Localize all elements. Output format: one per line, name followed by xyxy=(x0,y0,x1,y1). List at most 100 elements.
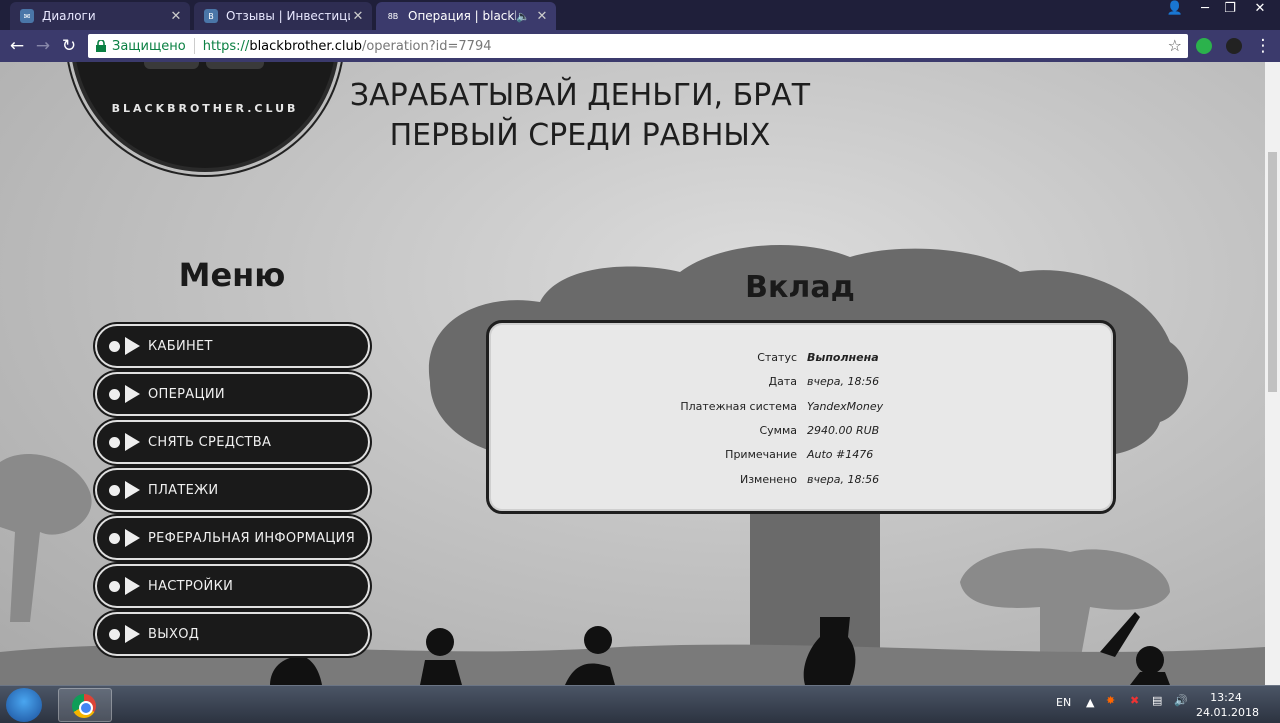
play-arrow-icon xyxy=(125,481,140,499)
tab-title: Операция | blackbrot xyxy=(408,9,516,23)
play-arrow-icon xyxy=(125,385,140,403)
play-arrow-icon xyxy=(125,625,140,643)
detail-label: Платежная система xyxy=(680,400,797,413)
vk-icon: В xyxy=(204,9,218,23)
network-icon[interactable]: ▤ xyxy=(1152,694,1162,707)
reload-icon[interactable]: ↻ xyxy=(58,36,80,56)
tab-title: Отзывы | Инвестиционн xyxy=(226,9,350,23)
slogan-line: ПЕРВЫЙ СРЕДИ РАВНЫХ xyxy=(389,118,771,153)
menu-item-logout[interactable]: ВЫХОД xyxy=(95,612,370,656)
detail-row-amount: Сумма 2940.00 RUB xyxy=(489,424,1113,448)
play-arrow-icon xyxy=(125,433,140,451)
bullet-icon xyxy=(109,580,120,592)
detail-value: 2940.00 RUB xyxy=(807,424,880,437)
menu-item-settings[interactable]: НАСТРОЙКИ xyxy=(95,564,370,608)
close-tab-icon[interactable]: ✕ xyxy=(168,9,184,24)
menu-title: Меню xyxy=(178,256,286,294)
detail-row-date: Дата вчера, 18:56 xyxy=(489,375,1113,399)
avast-icon[interactable]: ✸ xyxy=(1106,694,1115,707)
slogan-line: ЗАРАБАТЫВАЙ ДЕНЬГИ, БРАТ xyxy=(349,78,811,113)
chrome-menu-icon[interactable]: ⋮ xyxy=(1252,36,1274,56)
detail-row-status: Статус Выполнена xyxy=(489,351,1113,375)
detail-label: Статус xyxy=(757,351,797,364)
url-scheme: https:// xyxy=(202,38,250,54)
back-icon[interactable]: ← xyxy=(6,36,28,56)
lock-icon xyxy=(96,40,106,52)
close-tab-icon[interactable]: ✕ xyxy=(350,9,366,24)
windows-taskbar: EN ▲ ✸ ✖ ▤ 🔊 13:24 24.01.2018 xyxy=(0,685,1280,723)
divider xyxy=(193,38,195,54)
browser-tab-active[interactable]: 8B Операция | blackbrot 🔈 ✕ xyxy=(376,2,556,30)
scrollbar-thumb[interactable] xyxy=(1268,152,1277,392)
clock-date: 24.01.2018 xyxy=(1196,706,1259,719)
menu-item-withdraw[interactable]: СНЯТЬ СРЕДСТВА xyxy=(95,420,370,464)
bullet-icon xyxy=(109,340,120,352)
menu-item-referral-info[interactable]: РЕФЕРАЛЬНАЯ ИНФОРМАЦИЯ xyxy=(95,516,370,560)
menu-item-label: ВЫХОД xyxy=(148,626,200,642)
menu-item-label: СНЯТЬ СРЕДСТВА xyxy=(148,434,272,450)
menu-item-label: ПЛАТЕЖИ xyxy=(148,482,219,498)
detail-row-payment-system: Платежная система YandexMoney xyxy=(489,400,1113,424)
detail-value: Auto #1476 xyxy=(807,448,874,461)
close-window-icon[interactable]: ✕ xyxy=(1240,0,1280,20)
url-path: /operation?id=7794 xyxy=(361,38,492,54)
operation-details-card: Статус Выполнена Дата вчера, 18:56 Плате… xyxy=(486,320,1116,514)
taskbar-chrome-button[interactable] xyxy=(58,688,112,722)
page-scrollbar[interactable] xyxy=(1265,62,1280,685)
detail-value: вчера, 18:56 xyxy=(807,375,880,388)
volume-icon[interactable]: 🔊 xyxy=(1174,694,1188,707)
bullet-icon xyxy=(109,436,120,448)
browser-tab[interactable]: ✉ Диалоги ✕ xyxy=(10,2,190,30)
detail-label: Дата xyxy=(768,375,797,388)
browser-tab-strip: ✉ Диалоги ✕ В Отзывы | Инвестиционн ✕ 8B… xyxy=(0,0,1280,30)
audio-playing-icon[interactable]: 🔈 xyxy=(516,10,530,23)
show-hidden-icons-icon[interactable]: ▲ xyxy=(1086,696,1094,709)
url-host: blackbrother.club xyxy=(249,38,362,54)
tab-title: Диалоги xyxy=(42,9,96,23)
language-indicator[interactable]: EN xyxy=(1056,696,1071,709)
close-tab-icon[interactable]: ✕ xyxy=(534,9,550,24)
bullet-icon xyxy=(109,388,120,400)
menu-item-payments[interactable]: ПЛАТЕЖИ xyxy=(95,468,370,512)
clock-time: 13:24 xyxy=(1210,691,1242,704)
menu-item-cabinet[interactable]: КАБИНЕТ xyxy=(95,324,370,368)
address-bar[interactable]: Защищено https://blackbrother.club/opera… xyxy=(88,34,1188,58)
bullet-icon xyxy=(109,628,120,640)
secure-label: Защищено xyxy=(112,38,186,54)
detail-row-modified: Изменено вчера, 18:56 xyxy=(489,473,1113,497)
profile-icon[interactable]: 👤 xyxy=(1160,0,1190,20)
extension-icon[interactable] xyxy=(1196,38,1212,54)
bullet-icon xyxy=(109,532,120,544)
chrome-icon xyxy=(72,694,96,718)
system-clock[interactable]: 13:24 24.01.2018 xyxy=(1196,690,1259,720)
menu-item-label: ОПЕРАЦИИ xyxy=(148,386,225,402)
detail-row-note: Примечание Auto #1476 xyxy=(489,448,1113,472)
menu-item-operations[interactable]: ОПЕРАЦИИ xyxy=(95,372,370,416)
logo-text: BLACKBROTHER.CLUB xyxy=(111,102,299,115)
bullet-icon xyxy=(109,484,120,496)
menu-item-label: РЕФЕРАЛЬНАЯ ИНФОРМАЦИЯ xyxy=(148,530,356,546)
site-slogan: ЗАРАБАТЫВАЙ ДЕНЬГИ, БРАТ ПЕРВЫЙ СРЕДИ РА… xyxy=(330,76,830,156)
logo-shape xyxy=(206,62,264,69)
browser-tab[interactable]: В Отзывы | Инвестиционн ✕ xyxy=(194,2,372,30)
menu-item-label: НАСТРОЙКИ xyxy=(148,578,234,594)
vk-messages-icon: ✉ xyxy=(20,9,34,23)
bookmark-star-icon[interactable]: ☆ xyxy=(1168,36,1182,55)
browser-toolbar: ← → ↻ Защищено https://blackbrother.club… xyxy=(0,30,1280,62)
detail-value: Выполнена xyxy=(807,351,879,364)
logo-shape xyxy=(144,62,199,69)
site-favicon: 8B xyxy=(387,11,399,21)
detail-value: YandexMoney xyxy=(807,400,884,413)
detail-label: Сумма xyxy=(759,424,797,437)
detail-value: вчера, 18:56 xyxy=(807,473,880,486)
play-arrow-icon xyxy=(125,337,140,355)
tray-app-icon[interactable]: ✖ xyxy=(1130,694,1139,707)
detail-label: Примечание xyxy=(725,448,797,461)
extension-icon[interactable] xyxy=(1226,38,1242,54)
play-arrow-icon xyxy=(125,577,140,595)
menu-item-label: КАБИНЕТ xyxy=(148,338,213,354)
play-arrow-icon xyxy=(125,529,140,547)
start-button-icon[interactable] xyxy=(6,688,42,722)
detail-label: Изменено xyxy=(739,473,797,486)
forward-icon[interactable]: → xyxy=(32,36,54,56)
